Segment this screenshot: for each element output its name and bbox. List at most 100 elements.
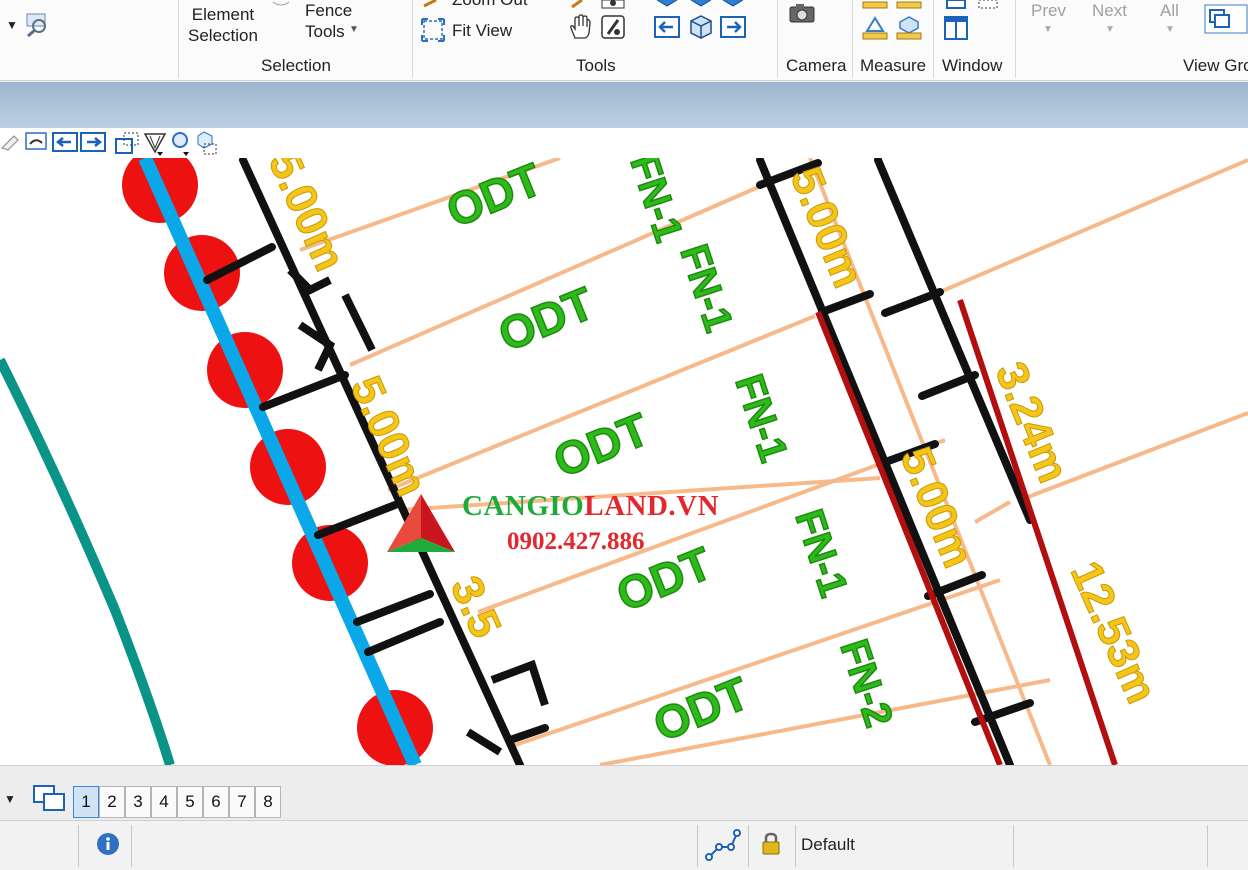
- selection-group-label: Selection: [261, 56, 331, 75]
- lot-code: ODT: [491, 277, 601, 362]
- eraser-icon[interactable]: [0, 132, 20, 152]
- dim-label: 5.00m: [341, 369, 437, 503]
- view-tab-4[interactable]: 4: [151, 786, 177, 818]
- ribbon-separator: [178, 0, 179, 78]
- view-cube-top-icon[interactable]: [654, 0, 680, 10]
- view-title-bar: [0, 82, 1248, 128]
- view-right-icon[interactable]: [720, 16, 746, 38]
- tools-group-label: Tools: [576, 56, 616, 75]
- dim-label: 3.5: [441, 569, 511, 645]
- active-level[interactable]: Default: [801, 835, 855, 855]
- zoom-out-icon[interactable]: [422, 0, 444, 8]
- window-tile-icon[interactable]: [976, 0, 1000, 10]
- ribbon-separator: [1015, 0, 1016, 78]
- update-view-icon[interactable]: [24, 131, 48, 153]
- search-icon[interactable]: [24, 12, 50, 38]
- accudraw-icon[interactable]: [705, 829, 741, 861]
- next-dropdown-arrow[interactable]: ▼: [1105, 24, 1115, 35]
- view-left-icon[interactable]: [654, 16, 680, 38]
- all-button[interactable]: All: [1160, 0, 1179, 21]
- view-tabs-dropdown-arrow[interactable]: ▼: [4, 792, 16, 806]
- measure-distance-icon[interactable]: [862, 0, 888, 10]
- measure-group-label[interactable]: Measure: [860, 56, 926, 76]
- window-area-icon[interactable]: [114, 131, 140, 155]
- view-tab-8[interactable]: 8: [255, 786, 281, 818]
- ribbon-dropdown-arrow[interactable]: ▼: [6, 18, 18, 32]
- zoom-out-button[interactable]: Zoom Out: [452, 0, 528, 10]
- measure-area-icon[interactable]: [862, 14, 888, 40]
- brand-logo: [387, 494, 455, 552]
- road-edge-line: [0, 357, 175, 765]
- next-button[interactable]: Next: [1092, 0, 1127, 21]
- clip-volume-icon[interactable]: [600, 14, 626, 40]
- status-divider: [697, 825, 698, 867]
- status-divider: [131, 825, 132, 867]
- ribbon-separator: [852, 0, 853, 78]
- zoom-in-icon[interactable]: [168, 130, 194, 156]
- pencil-icon[interactable]: [570, 0, 590, 8]
- views-icon[interactable]: [32, 784, 68, 814]
- status-divider: [1207, 825, 1208, 867]
- camera-group-label[interactable]: Camera: [786, 56, 846, 76]
- view-cube-top-icon[interactable]: [688, 0, 714, 10]
- status-divider: [78, 825, 79, 867]
- view-tabs-bar: ▼ 1 2 3 4 5 6 7 8: [0, 765, 1248, 821]
- dim-label: 5.00m: [781, 160, 873, 294]
- fit-view-button[interactable]: Fit View: [452, 20, 512, 41]
- previous-view-icon[interactable]: [52, 132, 78, 152]
- lot-id: FN-1: [726, 369, 795, 467]
- status-divider: [748, 825, 749, 867]
- lot-code: ODT: [546, 403, 656, 488]
- brand-name-part: CANGIO: [462, 490, 585, 522]
- view-tab-1[interactable]: 1: [73, 786, 99, 818]
- fence-tools-dropdown-arrow[interactable]: ▼: [349, 24, 359, 35]
- ribbon-separator: [933, 0, 934, 78]
- view-tab-3[interactable]: 3: [125, 786, 151, 818]
- lock-icon[interactable]: [760, 831, 782, 857]
- measure-volume-icon[interactable]: [896, 14, 922, 40]
- measure-radius-icon[interactable]: [896, 0, 922, 10]
- view-rotation-icon[interactable]: [142, 130, 168, 156]
- ribbon-separator: [412, 0, 413, 78]
- view-cube-top-icon[interactable]: [720, 0, 746, 10]
- camera-icon[interactable]: [788, 2, 816, 24]
- window-icon[interactable]: [944, 16, 968, 40]
- status-divider: [1013, 825, 1014, 867]
- lot-id: FN-1: [621, 158, 690, 247]
- pan-hand-icon[interactable]: [568, 14, 592, 40]
- view-toolbar: [0, 128, 1248, 158]
- fit-view-icon[interactable]: [421, 18, 445, 42]
- prev-button[interactable]: Prev: [1031, 0, 1066, 21]
- lot-id: FN-1: [671, 239, 740, 337]
- ribbon-separator: [777, 0, 778, 78]
- view-attributes-icon[interactable]: [600, 0, 626, 10]
- drawing-canvas[interactable]: 5.00m 5.00m 5.00m 5.00m 3.24m 12.53m 3.5…: [0, 158, 1248, 765]
- brand-phone: 0902.427.886: [507, 528, 645, 555]
- fence-tools-button[interactable]: Fence Tools: [305, 0, 352, 42]
- fit-cube-icon[interactable]: [196, 130, 222, 156]
- view-tab-5[interactable]: 5: [177, 786, 203, 818]
- lot-code: ODT: [439, 158, 549, 237]
- dim-label: 12.53m: [1061, 554, 1166, 710]
- view-tab-2[interactable]: 2: [99, 786, 125, 818]
- brand-name-part: LAND.VN: [584, 490, 720, 522]
- info-icon[interactable]: [96, 832, 120, 856]
- view-tab-6[interactable]: 6: [203, 786, 229, 818]
- window-cascade-icon[interactable]: [944, 0, 968, 10]
- lot-id: FN-1: [786, 504, 855, 602]
- brand-name: CANGIOLAND.VN: [462, 490, 719, 523]
- view-iso-cube-icon[interactable]: [688, 14, 714, 40]
- window-group-label[interactable]: Window: [942, 56, 1002, 76]
- all-dropdown-arrow[interactable]: ▼: [1165, 24, 1175, 35]
- view-tab-7[interactable]: 7: [229, 786, 255, 818]
- view-groups-group-label: View Gro: [1183, 56, 1248, 75]
- next-view-icon[interactable]: [80, 132, 106, 152]
- status-divider: [795, 825, 796, 867]
- ribbon: ▼ Element Selection Fence Tools ▼ Select…: [0, 0, 1248, 81]
- element-selection-button[interactable]: Element Selection: [188, 4, 258, 46]
- fence-icon: [272, 1, 290, 6]
- cad-drawing: 5.00m 5.00m 5.00m 5.00m 3.24m 12.53m 3.5…: [0, 158, 1248, 765]
- view-groups-icon[interactable]: [1204, 4, 1248, 34]
- prev-dropdown-arrow[interactable]: ▼: [1043, 24, 1053, 35]
- status-bar: Default: [0, 820, 1248, 870]
